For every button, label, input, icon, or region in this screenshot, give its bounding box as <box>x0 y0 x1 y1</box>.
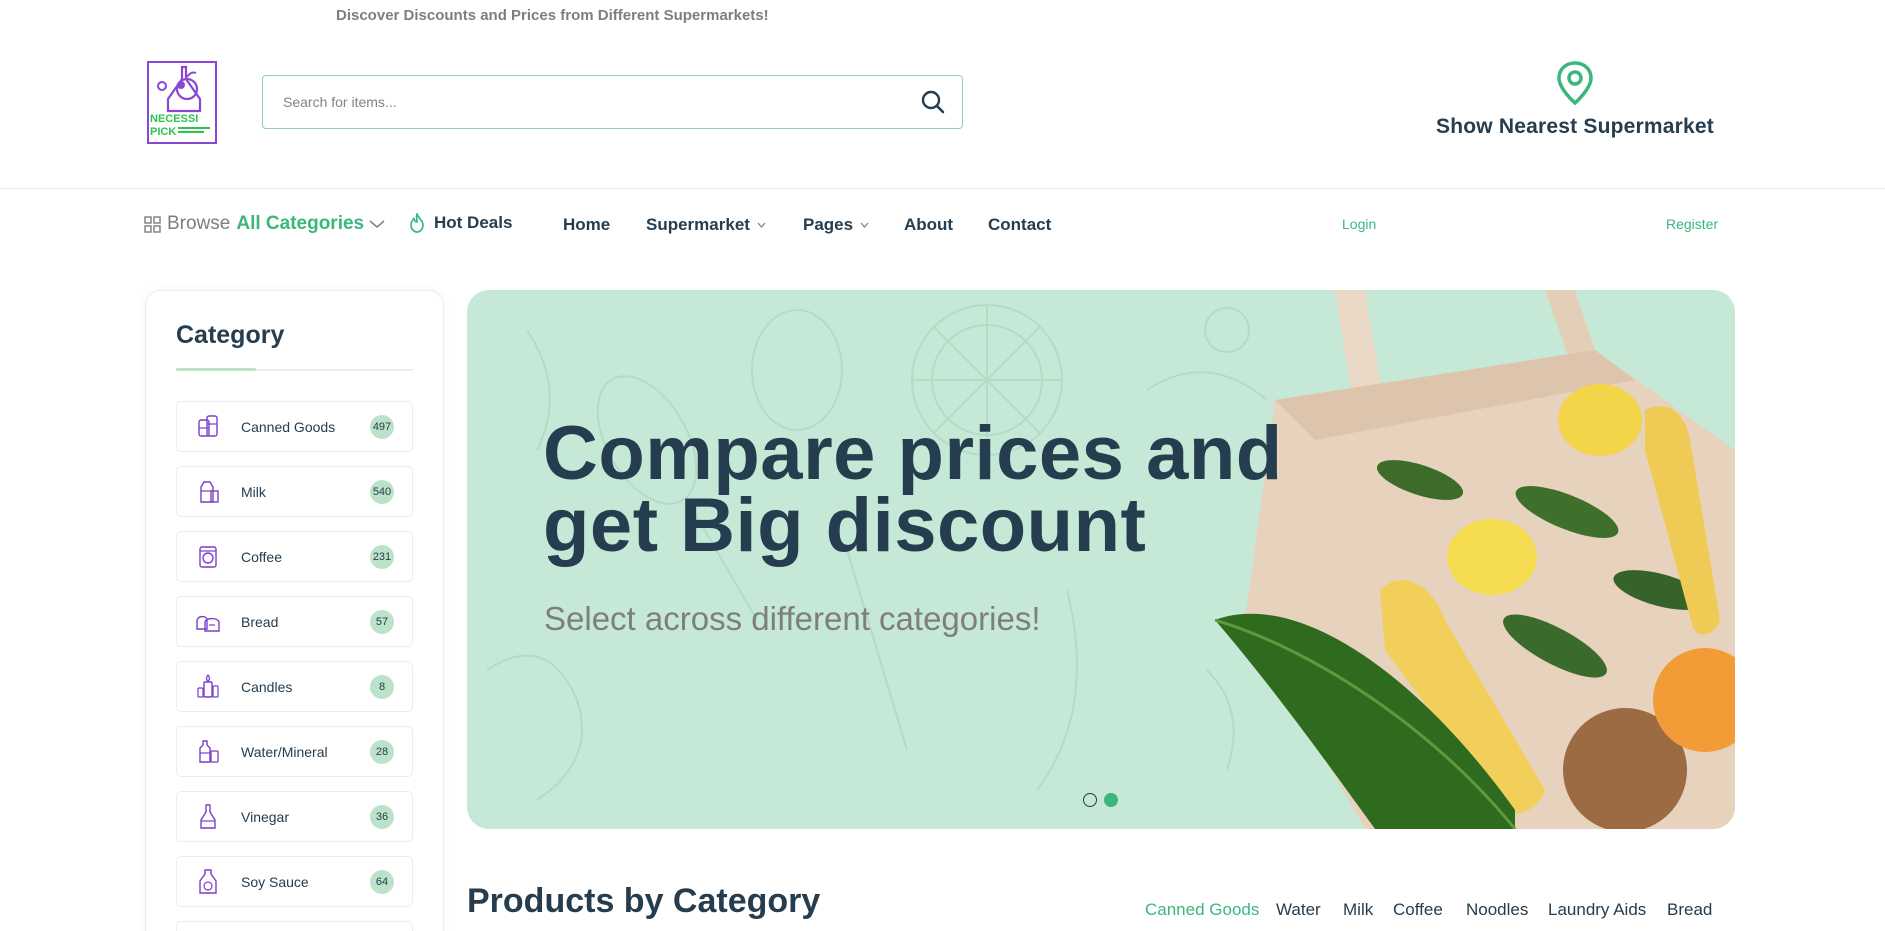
category-count-badge: 57 <box>370 609 394 634</box>
tab-noodles[interactable]: Noodles <box>1466 900 1528 920</box>
nav-supermarket-label: Supermarket <box>646 215 750 234</box>
grid-icon <box>144 215 161 233</box>
tab-laundry-aids[interactable]: Laundry Aids <box>1548 900 1646 920</box>
tab-water[interactable]: Water <box>1276 900 1321 920</box>
nav-about-label: About <box>904 215 954 234</box>
nav-supermarket[interactable]: Supermarket <box>646 215 766 235</box>
tab-canned-goods[interactable]: Canned Goods <box>1145 900 1259 920</box>
hero-headline: Compare prices and get Big discount <box>543 411 1283 568</box>
category-item-coffee[interactable]: Coffee 231 <box>176 531 413 582</box>
category-count-badge: 36 <box>370 804 394 829</box>
nav-pages[interactable]: Pages <box>803 215 869 235</box>
all-categories-label: All Categories <box>236 213 365 234</box>
category-label: Canned Goods <box>241 418 336 435</box>
search-input[interactable] <box>283 76 883 127</box>
hot-deals-label: Hot Deals <box>434 213 513 232</box>
slider-dot-1[interactable] <box>1083 793 1097 807</box>
hero-headline-line-1: Compare prices and <box>543 411 1283 496</box>
products-by-category-title: Products by Category <box>467 882 821 920</box>
category-item-water-mineral[interactable]: Water/Mineral 28 <box>176 726 413 777</box>
category-item-soy-sauce[interactable]: Soy Sauce 64 <box>176 856 413 907</box>
search-icon[interactable] <box>920 89 946 115</box>
vinegar-icon <box>200 803 216 829</box>
chevron-down-icon <box>860 222 869 228</box>
show-nearest-supermarket[interactable]: Show Nearest Supermarket <box>1420 60 1730 139</box>
category-item-milk[interactable]: Milk 540 <box>176 466 413 517</box>
slider-dot-2-active[interactable] <box>1104 793 1118 807</box>
category-item-bread[interactable]: Bread 57 <box>176 596 413 647</box>
site-logo[interactable]: NECESSI PICK <box>146 59 218 145</box>
nav-contact[interactable]: Contact <box>988 215 1051 235</box>
chevron-down-icon <box>369 220 385 228</box>
map-pin-icon <box>1557 61 1593 106</box>
category-count-badge: 64 <box>370 869 394 894</box>
top-tagline: Discover Discounts and Prices from Diffe… <box>336 7 769 24</box>
milk-icon <box>200 480 219 503</box>
category-count-badge: 497 <box>370 414 394 439</box>
hero-banner: Compare prices and get Big discount Sele… <box>467 290 1735 829</box>
hot-deals-link[interactable]: Hot Deals <box>408 213 512 233</box>
svg-text:PICK: PICK <box>150 126 176 138</box>
nav-about[interactable]: About <box>904 215 953 235</box>
category-count-badge: 231 <box>370 544 394 569</box>
category-label: Coffee <box>241 548 282 565</box>
svg-text:NECESSI: NECESSI <box>150 113 198 125</box>
chevron-down-icon <box>757 222 766 228</box>
canned-goods-icon <box>198 414 218 437</box>
category-title-accent <box>176 368 256 371</box>
bread-icon <box>196 615 220 632</box>
tab-milk[interactable]: Milk <box>1343 900 1373 920</box>
category-label: Vinegar <box>241 808 290 825</box>
category-item-vinegar[interactable]: Vinegar 36 <box>176 791 413 842</box>
category-count-badge: 28 <box>370 739 394 764</box>
login-link[interactable]: Login <box>1342 216 1376 232</box>
tab-coffee[interactable]: Coffee <box>1393 900 1443 920</box>
category-label: Soy Sauce <box>241 873 309 890</box>
tab-bread[interactable]: Bread <box>1667 900 1712 920</box>
header-divider <box>0 188 1885 189</box>
category-item-candles[interactable]: Candles 8 <box>176 661 413 712</box>
category-label: Water/Mineral <box>241 743 328 760</box>
search-bar <box>262 75 963 129</box>
category-item-next[interactable] <box>176 921 413 931</box>
category-label: Bread <box>241 613 279 630</box>
water-icon <box>199 739 219 763</box>
nav-home-label: Home <box>563 215 611 234</box>
hero-subtitle: Select across different categories! <box>544 600 1041 637</box>
coffee-icon <box>199 545 217 568</box>
category-count-badge: 8 <box>370 674 394 699</box>
necessipick-logo-icon: NECESSI PICK <box>147 61 217 144</box>
nav-contact-label: Contact <box>988 215 1052 234</box>
register-link[interactable]: Register <box>1666 216 1718 232</box>
category-title: Category <box>176 321 285 349</box>
browse-label: Browse <box>167 213 231 234</box>
flame-icon <box>410 213 424 233</box>
category-item-canned-goods[interactable]: Canned Goods 497 <box>176 401 413 452</box>
nav-home[interactable]: Home <box>563 215 610 235</box>
category-label: Milk <box>241 483 266 500</box>
category-sidebar: Category Canned Goods 497 Milk 540 Coffe… <box>145 290 444 931</box>
browse-categories-dropdown[interactable]: Browse All Categories <box>144 213 386 235</box>
category-label: Candles <box>241 678 293 695</box>
nav-pages-label: Pages <box>803 215 854 234</box>
hero-headline-line-2: get Big discount <box>543 483 1147 568</box>
soy-sauce-icon <box>199 868 217 894</box>
nearest-supermarket-label: Show Nearest Supermarket <box>1436 115 1714 138</box>
grocery-bag-image <box>1215 290 1735 829</box>
category-count-badge: 540 <box>370 479 394 504</box>
candles-icon <box>197 673 219 698</box>
